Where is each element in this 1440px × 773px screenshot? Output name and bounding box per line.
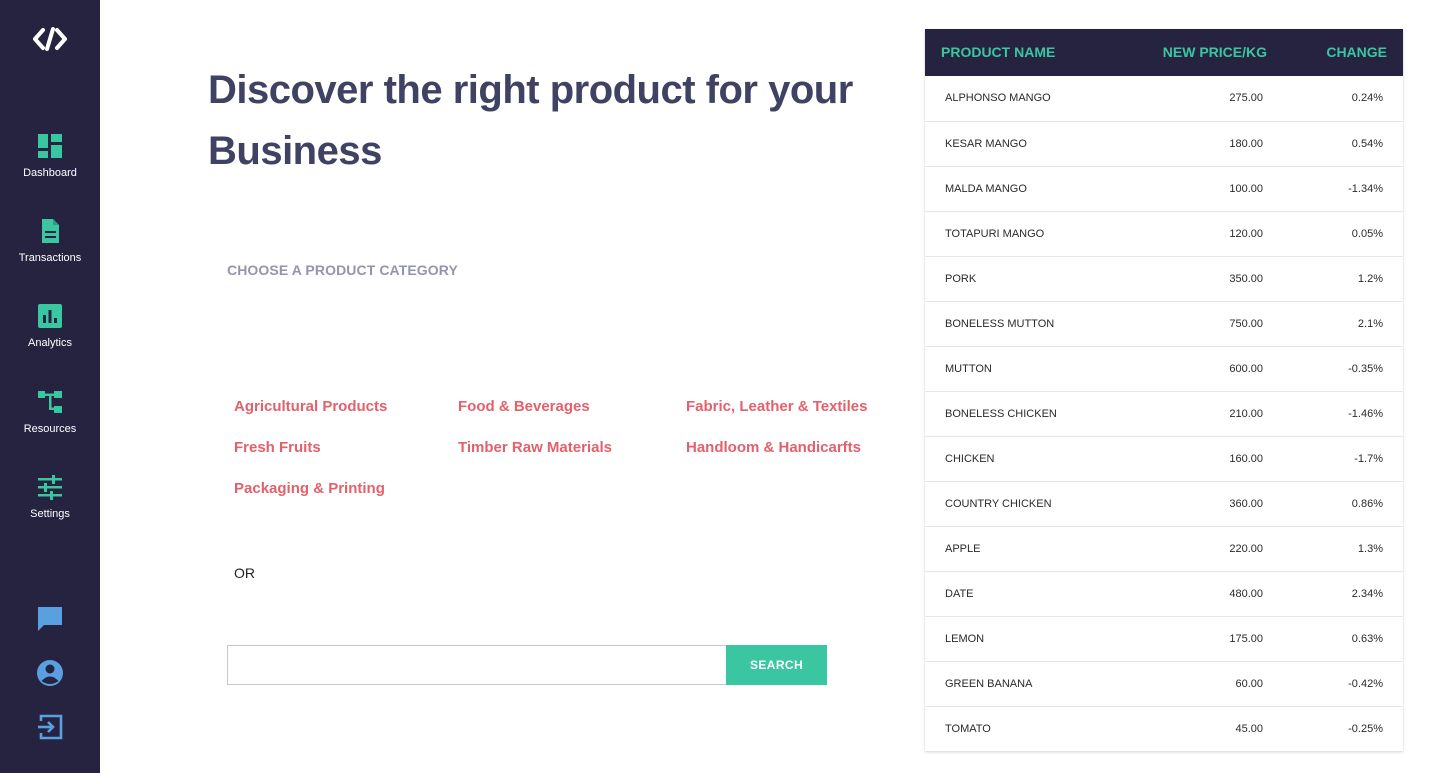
table-row: MALDA MANGO 100.00 -1.34% <box>925 166 1403 211</box>
table-row: PORK 350.00 1.2% <box>925 256 1403 301</box>
account-icon[interactable] <box>35 658 65 688</box>
price-cell: 45.00 <box>1235 723 1263 735</box>
table-row: BONELESS CHICKEN 210.00 -1.46% <box>925 391 1403 436</box>
sliders-icon <box>38 475 62 500</box>
change-cell: -0.42% <box>1348 678 1383 690</box>
price-cell: 175.00 <box>1229 633 1263 645</box>
price-cell: 360.00 <box>1229 498 1263 510</box>
product-name-cell: GREEN BANANA <box>945 678 1033 690</box>
price-cell: 60.00 <box>1235 678 1263 690</box>
logout-icon[interactable] <box>35 712 65 742</box>
product-name-cell: COUNTRY CHICKEN <box>945 498 1052 510</box>
or-separator: OR <box>234 565 255 581</box>
product-name-cell: CHICKEN <box>945 453 995 465</box>
header-change: CHANGE <box>1326 44 1387 60</box>
price-cell: 120.00 <box>1229 228 1263 240</box>
price-cell: 275.00 <box>1229 92 1263 104</box>
product-name-cell: BONELESS CHICKEN <box>945 408 1057 420</box>
header-new-price: NEW PRICE/KG <box>1162 44 1267 60</box>
nav-resources-label: Resources <box>23 423 77 435</box>
nav-resources[interactable]: Resources <box>0 389 100 435</box>
change-cell: -0.35% <box>1348 363 1383 375</box>
category-food-beverages[interactable]: Food & Beverages <box>458 398 590 415</box>
product-name-cell: DATE <box>945 588 974 600</box>
product-name-cell: TOTAPURI MANGO <box>945 228 1045 240</box>
change-cell: 1.2% <box>1357 273 1383 285</box>
table-row: GREEN BANANA 60.00 -0.42% <box>925 661 1403 706</box>
table-row: KESAR MANGO 180.00 0.54% <box>925 121 1403 166</box>
tree-structure-icon <box>38 391 62 413</box>
product-name-cell: TOMATO <box>945 723 991 735</box>
nav-settings-label: Settings <box>30 508 70 520</box>
category-fresh-fruits[interactable]: Fresh Fruits <box>234 439 321 456</box>
nav-dashboard[interactable]: Dashboard <box>0 133 100 179</box>
change-cell: -0.25% <box>1348 723 1383 735</box>
sidebar: Dashboard Transactions Analytics Resourc… <box>0 0 100 773</box>
table-row: APPLE 220.00 1.3% <box>925 526 1403 571</box>
table-row: LEMON 175.00 0.63% <box>925 616 1403 661</box>
logo-icon[interactable] <box>32 26 68 52</box>
price-cell: 180.00 <box>1229 138 1263 150</box>
price-cell: 100.00 <box>1229 183 1263 195</box>
table-row: ALPHONSO MANGO 275.00 0.24% <box>925 76 1403 121</box>
nav-transactions[interactable]: Transactions <box>0 218 100 264</box>
product-name-cell: ALPHONSO MANGO <box>945 92 1051 104</box>
nav-transactions-label: Transactions <box>18 252 82 264</box>
price-cell: 600.00 <box>1229 363 1263 375</box>
nav-analytics-label: Analytics <box>27 337 73 349</box>
header-product-name: PRODUCT NAME <box>941 44 1056 60</box>
table-row: TOTAPURI MANGO 120.00 0.05% <box>925 211 1403 256</box>
category-timber-raw-materials[interactable]: Timber Raw Materials <box>458 439 612 456</box>
product-name-cell: MALDA MANGO <box>945 183 1027 195</box>
change-cell: 0.54% <box>1351 138 1383 150</box>
table-row: DATE 480.00 2.34% <box>925 571 1403 616</box>
price-cell: 750.00 <box>1229 318 1263 330</box>
price-table-body: ALPHONSO MANGO 275.00 0.24% KESAR MANGO 180.… <box>925 76 1403 751</box>
price-cell: 220.00 <box>1229 543 1263 555</box>
product-name-cell: MUTTON <box>945 363 992 375</box>
table-row: MUTTON 600.00 -0.35% <box>925 346 1403 391</box>
nav-analytics[interactable]: Analytics <box>0 303 100 349</box>
price-table-header: PRODUCT NAME NEW PRICE/KG CHANGE <box>925 29 1403 76</box>
table-row: BONELESS MUTTON 750.00 2.1% <box>925 301 1403 346</box>
search-button[interactable]: SEARCH <box>726 645 827 685</box>
bar-chart-icon <box>38 304 62 328</box>
category-packaging-printing[interactable]: Packaging & Printing <box>234 480 385 497</box>
dashboard-icon <box>38 134 62 158</box>
product-name-cell: KESAR MANGO <box>945 138 1027 150</box>
change-cell: -1.7% <box>1354 453 1383 465</box>
price-cell: 350.00 <box>1229 273 1263 285</box>
category-agricultural-products[interactable]: Agricultural Products <box>234 398 387 415</box>
table-row: TOMATO 45.00 -0.25% <box>925 706 1403 751</box>
chat-icon[interactable] <box>35 604 65 634</box>
change-cell: 0.86% <box>1351 498 1383 510</box>
product-name-cell: LEMON <box>945 633 985 645</box>
change-cell: 0.24% <box>1351 92 1383 104</box>
nav-dashboard-label: Dashboard <box>23 167 77 179</box>
table-row: CHICKEN 160.00 -1.7% <box>925 436 1403 481</box>
price-cell: 210.00 <box>1229 408 1263 420</box>
change-cell: 1.3% <box>1357 543 1383 555</box>
change-cell: 2.34% <box>1351 588 1383 600</box>
search-input[interactable] <box>227 645 727 685</box>
change-cell: 2.1% <box>1357 318 1383 330</box>
table-row: COUNTRY CHICKEN 360.00 0.86% <box>925 481 1403 526</box>
category-fabric-leather-textiles[interactable]: Fabric, Leather & Textiles <box>686 398 867 415</box>
product-name-cell: APPLE <box>945 543 981 555</box>
document-icon <box>42 219 59 243</box>
price-cell: 160.00 <box>1229 453 1263 465</box>
product-name-cell: PORK <box>945 273 977 285</box>
choose-category-label: CHOOSE A PRODUCT CATEGORY <box>227 262 458 278</box>
change-cell: -1.34% <box>1348 183 1383 195</box>
category-handloom-handicrafts[interactable]: Handloom & Handicarfts <box>686 439 861 456</box>
change-cell: -1.46% <box>1348 408 1383 420</box>
nav-settings[interactable]: Settings <box>0 474 100 520</box>
change-cell: 0.63% <box>1351 633 1383 645</box>
price-table: PRODUCT NAME NEW PRICE/KG CHANGE ALPHONS… <box>925 29 1403 751</box>
price-cell: 480.00 <box>1229 588 1263 600</box>
change-cell: 0.05% <box>1351 228 1383 240</box>
product-name-cell: BONELESS MUTTON <box>945 318 1055 330</box>
page-headline: Discover the right product for your Busi… <box>208 68 853 173</box>
